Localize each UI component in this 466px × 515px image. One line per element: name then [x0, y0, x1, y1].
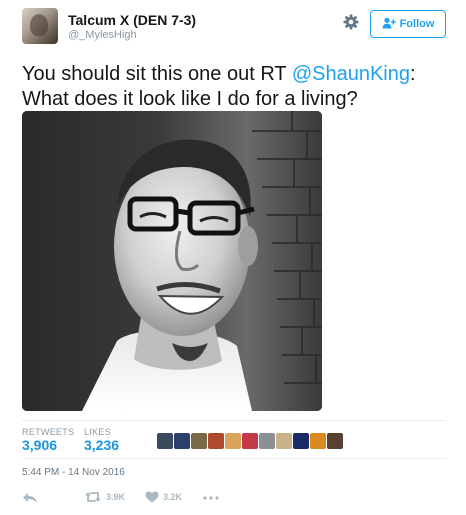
- liker-avatar[interactable]: [208, 433, 224, 449]
- liker-avatar[interactable]: [225, 433, 241, 449]
- heart-icon: [145, 491, 159, 503]
- mention-link[interactable]: @ShaunKing: [292, 63, 410, 85]
- retweet-button[interactable]: 3.9K: [84, 491, 125, 503]
- divider: [22, 420, 446, 421]
- liker-avatar[interactable]: [259, 433, 275, 449]
- tweet-photo[interactable]: [22, 111, 322, 411]
- add-user-icon: [382, 17, 396, 32]
- follow-label: Follow: [399, 18, 435, 30]
- liker-avatar[interactable]: [174, 433, 190, 449]
- liker-avatar[interactable]: [327, 433, 343, 449]
- retweet-count: 3.9K: [106, 492, 126, 502]
- retweets-count[interactable]: 3,906: [22, 437, 57, 453]
- like-count: 3.2K: [163, 492, 183, 502]
- tweet-text-part: You should sit this one out RT: [22, 63, 292, 85]
- avatar[interactable]: [22, 8, 58, 44]
- tweet-text: You should sit this one out RT @ShaunKin…: [22, 62, 446, 112]
- liker-avatar[interactable]: [157, 433, 173, 449]
- retweet-icon: [84, 491, 102, 503]
- tweet-header: Talcum X (DEN 7-3) @_MylesHigh Follow: [22, 8, 446, 48]
- reply-button[interactable]: [22, 491, 38, 505]
- like-button[interactable]: 3.2K: [145, 491, 182, 503]
- timestamp[interactable]: 5:44 PM - 14 Nov 2016: [22, 467, 125, 478]
- tweet-text-line2: What does it look like I do for a living…: [22, 88, 358, 110]
- tweet-text-part: :: [410, 63, 416, 85]
- more-button[interactable]: [203, 496, 219, 500]
- display-name[interactable]: Talcum X (DEN 7-3): [68, 12, 196, 28]
- likes-count[interactable]: 3,236: [84, 437, 119, 453]
- liker-avatar[interactable]: [276, 433, 292, 449]
- liker-avatar[interactable]: [293, 433, 309, 449]
- gear-icon[interactable]: [341, 12, 361, 32]
- user-handle[interactable]: @_MylesHigh: [68, 29, 137, 41]
- reply-icon: [22, 491, 38, 505]
- more-icon: [203, 496, 219, 500]
- liker-avatar[interactable]: [191, 433, 207, 449]
- retweets-label: RETWEETS: [22, 427, 75, 437]
- liker-avatar[interactable]: [310, 433, 326, 449]
- liker-avatar[interactable]: [242, 433, 258, 449]
- divider: [22, 458, 446, 459]
- follow-button[interactable]: Follow: [370, 10, 446, 38]
- likes-label: LIKES: [84, 427, 112, 437]
